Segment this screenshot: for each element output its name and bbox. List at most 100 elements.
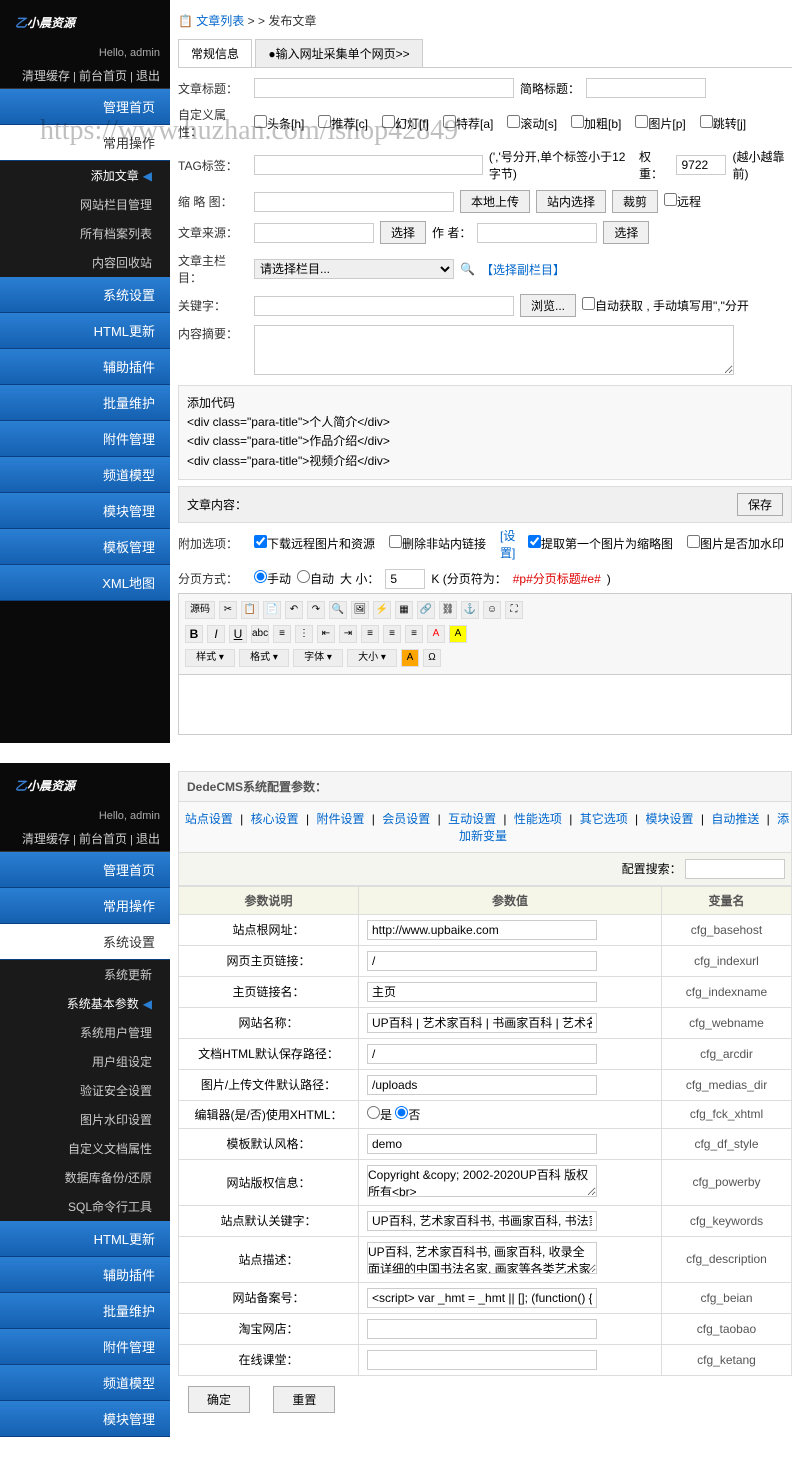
menu-home[interactable]: 管理首页 (0, 852, 170, 888)
opt-extract-thumb[interactable]: 提取第一个图片为缩略图 (528, 535, 673, 552)
link-clear-cache[interactable]: 清理缓存 (22, 69, 70, 83)
submenu-security[interactable]: 验证安全设置 (0, 1076, 170, 1105)
menu-plugin[interactable]: 辅助插件 (0, 349, 170, 385)
param-input[interactable] (367, 1350, 597, 1370)
tab-normal-info[interactable]: 常规信息 (178, 39, 252, 67)
menu-channel[interactable]: 频道模型 (0, 457, 170, 493)
redo-icon[interactable]: ↷ (307, 601, 325, 619)
param-input[interactable] (367, 1319, 597, 1339)
input-page-size[interactable] (385, 569, 425, 589)
attr-recommend[interactable]: 推荐[c] (318, 115, 368, 132)
sys-tab-4[interactable]: 互动设置 (444, 812, 500, 826)
menu-batch[interactable]: 批量维护 (0, 385, 170, 421)
flash-icon[interactable]: ⚡ (373, 601, 391, 619)
submenu-sysupdate[interactable]: 系统更新 (0, 960, 170, 989)
tab-url-collect[interactable]: ●输入网址采集单个网页>> (255, 39, 422, 67)
link-icon[interactable]: 🔗 (417, 601, 435, 619)
menu-plugin[interactable]: 辅助插件 (0, 1257, 170, 1293)
check-autopick[interactable]: 自动获取 , 手动填写用","分开 (582, 297, 749, 314)
submenu-watermark[interactable]: 图片水印设置 (0, 1105, 170, 1134)
link-logout[interactable]: 退出 (136, 832, 160, 846)
opt-download-remote[interactable]: 下载远程图片和资源 (254, 535, 375, 552)
opt-watermark[interactable]: 图片是否加水印 (687, 535, 784, 552)
special-icon[interactable]: Ω (423, 649, 441, 667)
submenu-user-manage[interactable]: 系统用户管理 (0, 1018, 170, 1047)
menu-home[interactable]: 管理首页 (0, 89, 170, 125)
param-input[interactable] (367, 920, 597, 940)
search-icon[interactable]: 🔍 (460, 262, 475, 276)
breadcrumb-list[interactable]: 文章列表 (196, 14, 244, 28)
align-left-icon[interactable]: ≡ (361, 625, 379, 643)
menu-batch[interactable]: 批量维护 (0, 1293, 170, 1329)
fullscreen-icon[interactable]: ⛶ (505, 601, 523, 619)
radio-auto[interactable]: 自动 (297, 570, 334, 587)
menu-module[interactable]: 模块管理 (0, 1401, 170, 1437)
menu-html-update[interactable]: HTML更新 (0, 313, 170, 349)
marker-icon[interactable]: A (401, 649, 419, 667)
link-settings[interactable]: [设置] (500, 527, 522, 561)
submenu-backup[interactable]: 数据库备份/还原 (0, 1163, 170, 1192)
format-dropdown[interactable]: 格式 ▾ (239, 649, 289, 667)
ul-icon[interactable]: ⋮ (295, 625, 313, 643)
attr-bold[interactable]: 加粗[b] (571, 115, 621, 132)
size-dropdown[interactable]: 大小 ▾ (347, 649, 397, 667)
btn-local-upload[interactable]: 本地上传 (460, 190, 530, 213)
submenu-custom-attr[interactable]: 自定义文档属性 (0, 1134, 170, 1163)
sys-tab-3[interactable]: 会员设置 (378, 812, 434, 826)
btn-source[interactable]: 源码 (185, 601, 215, 619)
submenu-add-article[interactable]: 添加文章◀ (0, 161, 170, 190)
param-input[interactable] (367, 1134, 597, 1154)
param-input[interactable] (367, 951, 597, 971)
align-right-icon[interactable]: ≡ (405, 625, 423, 643)
btn-site-select[interactable]: 站内选择 (536, 190, 606, 213)
cut-icon[interactable]: ✂ (219, 601, 237, 619)
sys-tab-0[interactable]: 站点设置 (181, 812, 237, 826)
menu-system[interactable]: 系统设置 (0, 277, 170, 313)
attr-slide[interactable]: 幻灯[f] (382, 115, 429, 132)
link-logout[interactable]: 退出 (136, 69, 160, 83)
underline-icon[interactable]: U (229, 625, 247, 643)
menu-xml-map[interactable]: XML地图 (0, 565, 170, 601)
emoji-icon[interactable]: ☺ (483, 601, 501, 619)
link-frontend[interactable]: 前台首页 (79, 832, 127, 846)
btn-select-source[interactable]: 选择 (380, 221, 426, 244)
sys-tab-7[interactable]: 模块设置 (642, 812, 698, 826)
btn-select-author[interactable]: 选择 (603, 221, 649, 244)
ol-icon[interactable]: ≡ (273, 625, 291, 643)
italic-icon[interactable]: I (207, 625, 225, 643)
indent-icon[interactable]: ⇥ (339, 625, 357, 643)
attr-image[interactable]: 图片[p] (635, 115, 685, 132)
input-keywords[interactable] (254, 296, 514, 316)
menu-common-ops[interactable]: 常用操作 (0, 888, 170, 924)
table-icon[interactable]: ▦ (395, 601, 413, 619)
attr-special[interactable]: 特荐[a] (443, 115, 493, 132)
param-textarea[interactable] (367, 1242, 597, 1274)
btn-save[interactable]: 保存 (737, 493, 783, 516)
menu-html-update[interactable]: HTML更新 (0, 1221, 170, 1257)
bold-icon[interactable]: B (185, 625, 203, 643)
radio-yes[interactable]: 是 (367, 1108, 392, 1122)
anchor-icon[interactable]: ⚓ (461, 601, 479, 619)
copy-icon[interactable]: 📋 (241, 601, 259, 619)
menu-attach[interactable]: 附件管理 (0, 1329, 170, 1365)
submenu-recycle[interactable]: 内容回收站 (0, 248, 170, 277)
btn-browse-keywords[interactable]: 浏览... (520, 294, 576, 317)
submenu-category-manage[interactable]: 网站栏目管理 (0, 190, 170, 219)
submenu-basic-params[interactable]: 系统基本参数◀ (0, 989, 170, 1018)
style-dropdown[interactable]: 样式 ▾ (185, 649, 235, 667)
input-tag[interactable] (254, 155, 483, 175)
param-input[interactable] (367, 1013, 597, 1033)
paste-icon[interactable]: 📄 (263, 601, 281, 619)
submenu-sql[interactable]: SQL命令行工具 (0, 1192, 170, 1221)
param-input[interactable] (367, 1288, 597, 1308)
sys-tab-6[interactable]: 其它选项 (576, 812, 632, 826)
btn-ok[interactable]: 确定 (188, 1386, 250, 1413)
select-maincol[interactable]: 请选择栏目... (254, 259, 454, 279)
strike-icon[interactable]: abc (251, 625, 269, 643)
input-source[interactable] (254, 223, 374, 243)
btn-crop[interactable]: 裁剪 (612, 190, 658, 213)
submenu-group[interactable]: 用户组设定 (0, 1047, 170, 1076)
input-thumb[interactable] (254, 192, 454, 212)
sys-tab-1[interactable]: 核心设置 (247, 812, 303, 826)
menu-system[interactable]: 系统设置 (0, 924, 170, 960)
